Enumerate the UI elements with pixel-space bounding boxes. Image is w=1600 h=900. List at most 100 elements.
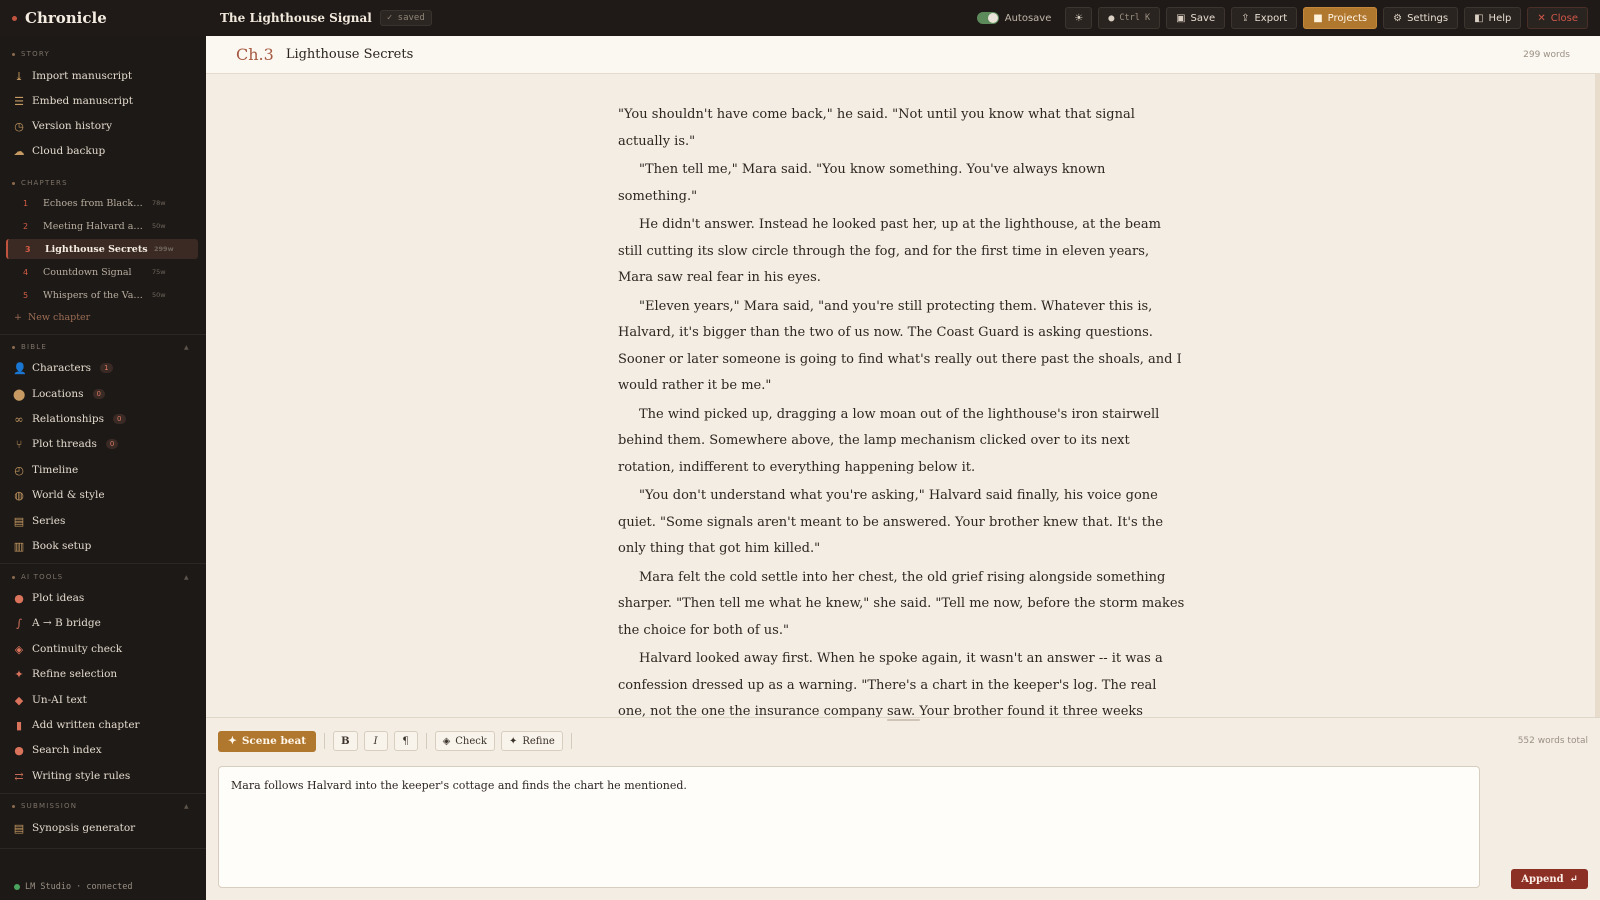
sidebar-item-characters[interactable]: 👤 Characters 1	[0, 357, 206, 379]
books-icon: ▤	[13, 514, 25, 528]
sidebar-item-writing-style-rules[interactable]: ⇄ Writing style rules	[0, 765, 206, 787]
sidebar-item-label: Version history	[32, 120, 113, 132]
autosave-toggle-group[interactable]: Autosave	[976, 12, 1052, 24]
brand: Chronicle	[0, 9, 206, 27]
sidebar-item-label: Plot threads	[32, 438, 97, 450]
save-button[interactable]: ▣ Save	[1166, 7, 1226, 29]
sidebar-item-refine-selection[interactable]: ✦ Refine selection	[0, 663, 206, 685]
sidebar-item-synopsis-generator[interactable]: ▤ Synopsis generator	[0, 817, 206, 839]
paragraph[interactable]: "You shouldn't have come back," he said.…	[618, 102, 1188, 155]
sidebar-item-series[interactable]: ▤ Series	[0, 510, 206, 532]
sparkle-icon: ✦	[508, 735, 518, 747]
sidebar-item-world-style[interactable]: ◍ World & style	[0, 484, 206, 506]
save-icon: ▣	[1176, 12, 1186, 24]
separator	[425, 733, 427, 749]
document-icon: ▤	[13, 821, 25, 835]
sidebar-item-label: Continuity check	[32, 643, 123, 655]
sidebar-item-relationships[interactable]: ∞ Relationships 0	[0, 408, 206, 430]
chapter-item[interactable]: 5 Whispers of the Vani... 50w	[6, 285, 198, 305]
paragraph[interactable]: The wind picked up, dragging a low moan …	[618, 402, 1188, 482]
paragraph[interactable]: "You don't understand what you're asking…	[618, 483, 1188, 563]
autosave-toggle[interactable]	[976, 12, 999, 24]
chevron-up-icon[interactable]: ▲	[184, 574, 190, 581]
panel-resize-handle[interactable]	[887, 719, 920, 721]
paragraph[interactable]: "Then tell me," Mara said. "You know som…	[618, 157, 1188, 210]
sidebar-item-label: Import manuscript	[32, 70, 133, 82]
chapter-header: Ch.3 Lighthouse Secrets 299 words	[206, 36, 1600, 74]
sidebar-item-locations[interactable]: ⬤ Locations 0	[0, 383, 206, 405]
append-button[interactable]: Append ↵	[1511, 869, 1588, 889]
chapter-title: Countdown Signal	[43, 266, 132, 278]
refine-button[interactable]: ✦ Refine	[500, 731, 563, 751]
section-dot	[12, 181, 15, 185]
chevron-up-icon[interactable]: ▲	[184, 344, 190, 351]
section-bible-label: BIBLE	[21, 343, 47, 351]
save-status-badge: ✓ saved	[379, 10, 432, 26]
sidebar-item-version-history[interactable]: ◷ Version history	[0, 115, 206, 137]
sidebar-item-plot-ideas[interactable]: ● Plot ideas	[0, 587, 206, 609]
database-icon: ☰	[14, 94, 24, 108]
autosave-label: Autosave	[1004, 12, 1052, 24]
section-ai-tools: AI TOOLS ▲	[0, 573, 189, 581]
paragraph[interactable]: He didn't answer. Instead he looked past…	[618, 212, 1188, 292]
chevron-up-icon[interactable]: ▲	[184, 803, 190, 810]
scene-beat-input[interactable]: Mara follows Halvard into the keeper's c…	[218, 766, 1480, 888]
scrollbar[interactable]	[1595, 74, 1600, 717]
plus-icon: +	[14, 312, 22, 323]
sidebar-item-label: Refine selection	[32, 668, 118, 680]
export-button[interactable]: ⇪ Export	[1231, 7, 1298, 29]
branch-icon: ⑂	[15, 437, 23, 451]
help-button[interactable]: ◧ Help	[1464, 7, 1522, 29]
scene-beat-button[interactable]: ✦ Scene beat	[218, 730, 317, 752]
paragraph[interactable]: Halvard looked away first. When he spoke…	[618, 646, 1188, 717]
sidebar-item-bridge[interactable]: ∫ A → B bridge	[0, 612, 206, 634]
count-badge: 1	[100, 363, 113, 373]
chapter-title-label[interactable]: Lighthouse Secrets	[286, 47, 413, 62]
section-submission: SUBMISSION ▲	[0, 802, 189, 810]
new-chapter-button[interactable]: + New chapter	[14, 312, 90, 323]
sidebar-item-label: Series	[32, 515, 66, 527]
sidebar-item-add-written-chapter[interactable]: ▮ Add written chapter	[0, 714, 206, 736]
divider	[0, 848, 206, 849]
chapter-item-active[interactable]: 3 Lighthouse Secrets 299w	[6, 239, 198, 259]
section-dot	[12, 575, 15, 579]
chapter-item[interactable]: 1 Echoes from Blackrock 78w	[6, 193, 198, 213]
sidebar-item-un-ai-text[interactable]: ◆ Un-AI text	[0, 689, 206, 711]
sidebar-item-import-manuscript[interactable]: ⤓ Import manuscript	[0, 65, 206, 87]
count-badge: 0	[113, 414, 126, 424]
check-button[interactable]: ◈ Check	[434, 731, 495, 751]
paragraph-button[interactable]: ¶	[393, 731, 418, 751]
shield-icon: ◈	[14, 642, 24, 656]
paragraph[interactable]: Mara felt the cold settle into her chest…	[618, 565, 1188, 645]
sidebar-item-timeline[interactable]: ◴ Timeline	[0, 459, 206, 481]
italic-button[interactable]: I	[363, 731, 388, 751]
download-icon: ⤓	[14, 69, 24, 83]
manuscript-editor[interactable]: "You shouldn't have come back," he said.…	[206, 74, 1600, 717]
chapter-title: Lighthouse Secrets	[45, 243, 148, 255]
bold-button[interactable]: B	[333, 731, 358, 751]
divider	[0, 793, 206, 794]
chapter-item[interactable]: 2 Meeting Halvard at t... 50w	[6, 216, 198, 236]
chapter-number: 5	[23, 290, 29, 300]
command-palette-button[interactable]: ● Ctrl K	[1098, 7, 1161, 29]
sidebar-item-embed-manuscript[interactable]: ☰ Embed manuscript	[0, 90, 206, 112]
theme-toggle-button[interactable]: ☀	[1065, 7, 1093, 29]
file-plus-icon: ▮	[15, 718, 23, 732]
sidebar-item-label: Timeline	[32, 464, 79, 476]
close-button[interactable]: ✕ Close	[1527, 7, 1588, 29]
chapter-item[interactable]: 4 Countdown Signal 75w	[6, 262, 198, 282]
paragraph[interactable]: "Eleven years," Mara said, "and you're s…	[618, 294, 1188, 400]
chapter-text[interactable]: "You shouldn't have come back," he said.…	[618, 102, 1188, 717]
sidebar-item-plot-threads[interactable]: ⑂ Plot threads 0	[0, 433, 206, 455]
settings-button[interactable]: ⚙ Settings	[1383, 7, 1459, 29]
new-chapter-label: New chapter	[27, 312, 91, 323]
sidebar-item-continuity-check[interactable]: ◈ Continuity check	[0, 638, 206, 660]
sidebar-item-label: Search index	[32, 744, 102, 756]
sidebar-item-book-setup[interactable]: ▥ Book setup	[0, 535, 206, 557]
projects-button[interactable]: ■ Projects	[1303, 7, 1378, 29]
history-icon: ◷	[14, 119, 24, 133]
sidebar-item-cloud-backup[interactable]: ☁ Cloud backup	[0, 140, 206, 162]
search-icon: ●	[14, 743, 24, 757]
sidebar-item-search-index[interactable]: ● Search index	[0, 739, 206, 761]
shortcut-label: Ctrl K	[1119, 13, 1151, 23]
